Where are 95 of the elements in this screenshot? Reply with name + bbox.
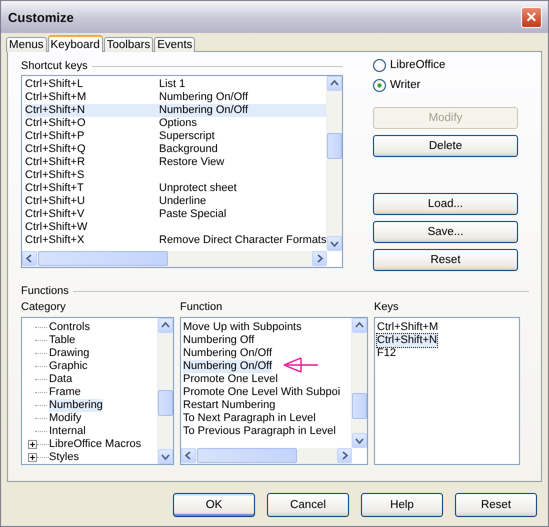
- function-item[interactable]: Numbering Off: [183, 334, 254, 347]
- function-cell: List 1: [159, 78, 186, 91]
- category-item[interactable]: Graphic: [49, 360, 88, 373]
- category-item[interactable]: LibreOffice Macros: [49, 438, 142, 451]
- function-cell: Options: [159, 117, 197, 130]
- close-button[interactable]: ✕: [521, 6, 542, 28]
- category-item[interactable]: Frame: [49, 386, 81, 399]
- group-title: Shortcut keys: [21, 60, 88, 72]
- key-cell-text: Ctrl+Shift+N: [25, 104, 86, 117]
- key-cell-text: Ctrl+Shift+X: [25, 234, 86, 247]
- shortcut-list[interactable]: [21, 75, 343, 268]
- category-item[interactable]: Table: [49, 334, 76, 347]
- scrollbar[interactable]: [22, 251, 327, 267]
- category-tree[interactable]: Controls Table Drawing Graphic Data Frame Numbering Modify Internal LibreOffice Macros Styles: [21, 317, 174, 465]
- scroll-button[interactable]: [22, 251, 37, 266]
- key-item[interactable]: Ctrl+Shift+M: [377, 321, 438, 334]
- tab[interactable]: Events: [154, 37, 196, 52]
- list-label: Category: [21, 301, 67, 315]
- key-cell-text: Ctrl+Shift+W: [25, 221, 88, 234]
- scroll-thumb[interactable]: [197, 448, 297, 463]
- function-item[interactable]: Numbering On/Off: [183, 360, 272, 373]
- scroll-button[interactable]: [337, 448, 352, 463]
- category-item[interactable]: Styles: [49, 451, 79, 464]
- key-cell-text: Ctrl+Shift+Q: [25, 143, 87, 156]
- dialog-button[interactable]: Reset: [455, 493, 537, 517]
- dialog-button[interactable]: Cancel: [267, 493, 349, 517]
- scroll-thumb[interactable]: [158, 390, 173, 416]
- scroll-button[interactable]: [352, 318, 367, 333]
- tab[interactable]: Toolbars: [104, 37, 154, 52]
- scroll-thumb[interactable]: [352, 393, 367, 419]
- scroll-button[interactable]: [327, 236, 342, 251]
- key-cell-text: Ctrl+Shift+L: [25, 78, 84, 91]
- category-item[interactable]: Controls: [49, 321, 90, 334]
- key-cell-text: Ctrl+Shift+P: [25, 130, 86, 143]
- list-label: Function: [180, 301, 224, 315]
- scroll-button[interactable]: [181, 448, 196, 463]
- category-item[interactable]: Numbering: [49, 399, 103, 412]
- radio-option[interactable]: Writer: [373, 75, 518, 95]
- group-title: Functions: [21, 285, 69, 297]
- arrow-icon: [283, 357, 319, 373]
- function-cell: Unprotect sheet: [159, 182, 237, 195]
- expand-icon[interactable]: [28, 440, 37, 449]
- side-button[interactable]: Save...: [373, 221, 518, 243]
- window-title: Customize: [8, 10, 74, 24]
- scrollbar[interactable]: [351, 318, 367, 448]
- category-item[interactable]: Drawing: [49, 347, 90, 360]
- function-list[interactable]: Move Up with Subpoints Numbering Off Numbering On/Off Numbering On/Off Promote One Level Promote One Level With Subpoi Restart Numbering To Next Paragraph in Level To Previous Paragraph in Level: [180, 317, 368, 465]
- function-cell: Numbering On/Off: [159, 104, 248, 117]
- function-item[interactable]: Promote One Level: [183, 373, 278, 386]
- key-cell-text: Ctrl+Shift+T: [25, 182, 85, 195]
- scrollbar[interactable]: [157, 318, 173, 464]
- key-cell-text: Ctrl+Shift+S: [25, 169, 86, 182]
- dialog-button[interactable]: OK: [173, 493, 255, 517]
- dialog-button[interactable]: Help: [361, 493, 443, 517]
- function-cell: Background: [159, 143, 218, 156]
- key-item[interactable]: Ctrl+Shift+N: [377, 334, 437, 347]
- function-item[interactable]: Restart Numbering: [183, 399, 276, 412]
- expand-icon[interactable]: [28, 453, 37, 462]
- function-cell: Paste Special: [159, 208, 226, 221]
- scroll-button[interactable]: [327, 76, 342, 91]
- side-button[interactable]: Reset: [373, 249, 518, 271]
- function-cell: Restore View: [159, 156, 224, 169]
- function-cell: Superscript: [159, 130, 215, 143]
- category-item[interactable]: Data: [49, 373, 72, 386]
- function-item[interactable]: To Next Paragraph in Level: [183, 412, 316, 425]
- scrollbar[interactable]: [181, 448, 352, 464]
- key-cell-text: Ctrl+Shift+U: [25, 195, 86, 208]
- key-item[interactable]: F12: [377, 347, 396, 360]
- category-item[interactable]: Internal: [49, 425, 86, 438]
- function-item[interactable]: Numbering On/Off: [183, 347, 272, 360]
- tab[interactable]: Keyboard: [48, 35, 103, 52]
- scroll-button[interactable]: [158, 449, 173, 464]
- scroll-thumb[interactable]: [327, 133, 342, 159]
- category-item[interactable]: Modify: [49, 412, 82, 425]
- function-cell: Underline: [159, 195, 206, 208]
- scrollbar[interactable]: [326, 76, 342, 251]
- key-cell-text: Ctrl+Shift+V: [25, 208, 86, 221]
- radio-option[interactable]: LibreOffice: [373, 55, 518, 75]
- side-button[interactable]: Load...: [373, 193, 518, 215]
- side-button[interactable]: Delete: [373, 135, 518, 157]
- keys-list[interactable]: Ctrl+Shift+M Ctrl+Shift+N F12: [374, 317, 520, 465]
- list-label: Keys: [374, 301, 400, 315]
- scroll-thumb[interactable]: [38, 251, 168, 266]
- key-cell-text: Ctrl+Shift+O: [25, 117, 87, 130]
- tab[interactable]: Menus: [6, 37, 47, 52]
- function-cell: Remove Direct Character Formats: [159, 234, 326, 247]
- scroll-button[interactable]: [352, 433, 367, 448]
- key-cell-text: Ctrl+Shift+M: [25, 91, 88, 104]
- function-item[interactable]: Promote One Level With Subpoi: [183, 386, 340, 399]
- key-cell-text: Ctrl+Shift+R: [25, 156, 86, 169]
- function-item[interactable]: Move Up with Subpoints: [183, 321, 302, 334]
- scroll-button[interactable]: [312, 251, 327, 266]
- function-cell: Numbering On/Off: [159, 91, 248, 104]
- function-item[interactable]: To Previous Paragraph in Level: [183, 425, 336, 438]
- scroll-button[interactable]: [158, 318, 173, 333]
